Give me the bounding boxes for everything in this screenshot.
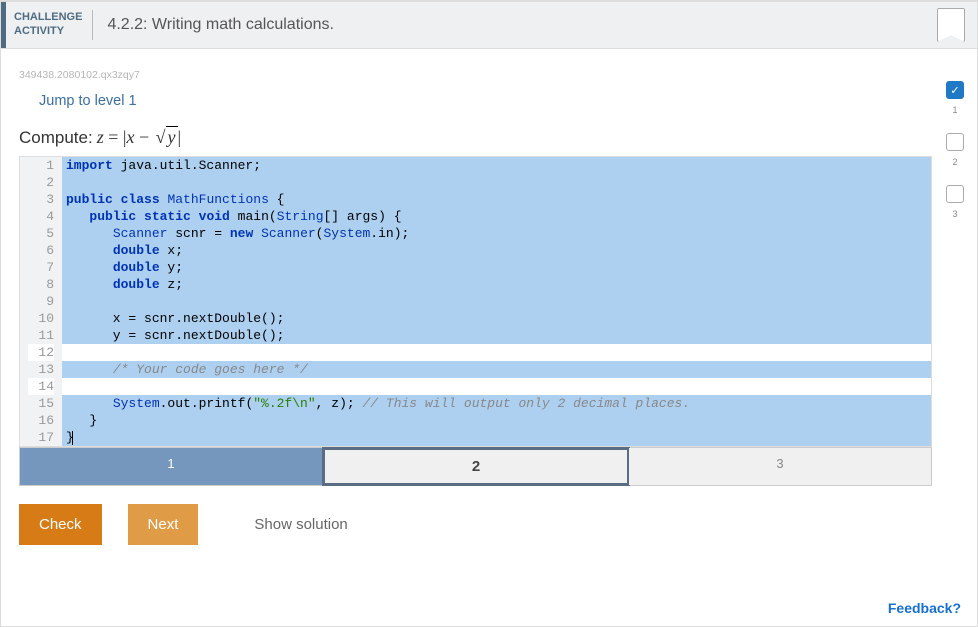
code-line[interactable]: y = scnr.nextDouble();	[62, 327, 931, 344]
feedback-link[interactable]: Feedback?	[888, 600, 961, 616]
code-id: 349438.2080102.qx3zqy7	[19, 69, 932, 81]
line-number: 6	[28, 242, 54, 259]
content-area: 349438.2080102.qx3zqy7 Jump to level 1 C…	[1, 49, 977, 545]
line-number: 17	[28, 429, 54, 446]
bookmark-icon[interactable]	[937, 8, 965, 42]
code-line[interactable]: double z;	[62, 276, 931, 293]
code-editor[interactable]: 1234567891011121314151617 import java.ut…	[19, 156, 932, 447]
header-label-line2: ACTIVITY	[14, 25, 82, 39]
text-cursor	[72, 431, 73, 445]
activity-header: CHALLENGE ACTIVITY 4.2.2: Writing math c…	[1, 1, 977, 49]
code-line[interactable]: public static void main(String[] args) {	[62, 208, 931, 225]
line-number: 5	[28, 225, 54, 242]
tab-3[interactable]: 3	[629, 448, 931, 485]
line-number: 13	[28, 361, 54, 378]
code-line[interactable]	[62, 378, 931, 395]
code-line[interactable]: double y;	[62, 259, 931, 276]
button-row: Check Next Show solution	[19, 504, 932, 545]
jump-to-level-link[interactable]: Jump to level 1	[39, 93, 932, 109]
code-line[interactable]: Scanner scnr = new Scanner(System.in);	[62, 225, 931, 242]
level-tabs: 1 2 3	[19, 447, 932, 486]
line-number: 15	[28, 395, 54, 412]
line-number: 1	[28, 157, 54, 174]
code-line[interactable]: }	[62, 429, 931, 446]
next-button[interactable]: Next	[128, 504, 199, 545]
compute-prompt: Compute: z = |x − y|	[19, 127, 932, 148]
header-title: 4.2.2: Writing math calculations.	[107, 16, 937, 34]
code-line[interactable]	[62, 174, 931, 191]
code-line[interactable]: System.out.printf("%.2f\n", z); // This …	[62, 395, 931, 412]
show-solution-link[interactable]: Show solution	[254, 516, 347, 533]
line-number: 9	[28, 293, 54, 310]
check-button[interactable]: Check	[19, 504, 102, 545]
line-number: 8	[28, 276, 54, 293]
code-body[interactable]: import java.util.Scanner; public class Ma…	[62, 157, 931, 446]
formula: z = |x − y|	[97, 127, 181, 148]
code-line[interactable]: import java.util.Scanner;	[62, 157, 931, 174]
compute-prefix: Compute:	[19, 128, 93, 148]
header-label: CHALLENGE ACTIVITY	[6, 11, 92, 39]
line-number: 2	[28, 174, 54, 191]
code-gutter: 1234567891011121314151617	[20, 157, 62, 446]
code-line[interactable]: public class MathFunctions {	[62, 191, 931, 208]
code-line[interactable]	[62, 344, 931, 361]
tab-1[interactable]: 1	[20, 448, 323, 485]
header-label-line1: CHALLENGE	[14, 11, 82, 25]
tab-2[interactable]: 2	[322, 447, 630, 486]
line-number: 10	[28, 310, 54, 327]
line-number: 3	[28, 191, 54, 208]
line-number: 11	[28, 327, 54, 344]
header-divider	[92, 10, 93, 40]
line-number: 4	[28, 208, 54, 225]
code-line[interactable]: }	[62, 412, 931, 429]
code-line[interactable]	[62, 293, 931, 310]
line-number: 12	[28, 344, 54, 361]
line-number: 16	[28, 412, 54, 429]
code-line[interactable]: /* Your code goes here */	[62, 361, 931, 378]
sqrt-icon: y	[154, 127, 178, 148]
line-number: 14	[28, 378, 54, 395]
code-line[interactable]: x = scnr.nextDouble();	[62, 310, 931, 327]
line-number: 7	[28, 259, 54, 276]
code-line[interactable]: double x;	[62, 242, 931, 259]
